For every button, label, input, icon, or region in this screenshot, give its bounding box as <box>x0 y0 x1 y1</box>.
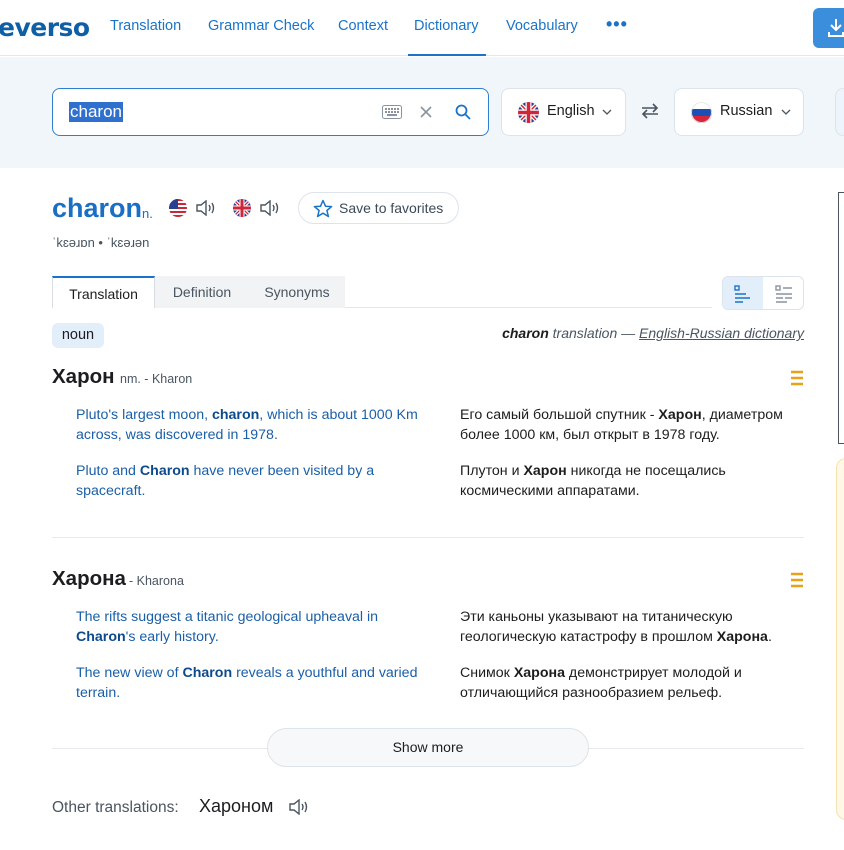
example-ru: Снимок Харона демонстрирует молодой и от… <box>460 663 810 703</box>
example-highlight: Charon <box>182 665 233 681</box>
example-ru: Плутон и Харон никогда не посещались кос… <box>460 461 810 501</box>
headword: charon <box>52 193 143 223</box>
star-icon <box>313 199 333 218</box>
source-language-select[interactable]: English <box>501 88 626 136</box>
dict-ref-word: charon <box>502 325 549 341</box>
speaker-us-icon[interactable] <box>195 200 217 216</box>
example-highlight: Харон <box>523 463 567 479</box>
side-panel <box>838 192 844 444</box>
compact-view-icon <box>775 285 792 303</box>
show-more-button[interactable]: Show more <box>267 728 589 767</box>
example-text: Эти каньоны указывают на титаническую ге… <box>460 609 733 645</box>
speaker-icon[interactable] <box>288 799 310 815</box>
tab-translation[interactable]: Translation <box>52 276 155 308</box>
top-nav: everso Translation Grammar Check Context… <box>0 0 844 56</box>
list-view-icon <box>734 285 750 303</box>
example-ru: Его самый большой спутник - Харон, диаме… <box>460 405 810 445</box>
view-mode-toggle <box>722 276 804 310</box>
example-text: Pluto and <box>76 463 140 479</box>
example-text: The new view of <box>76 665 183 681</box>
example-en: Pluto's largest moon, charon, which is a… <box>76 405 436 445</box>
example-text: The rifts suggest a titanic geological u… <box>76 609 379 625</box>
active-nav-underline <box>408 54 486 56</box>
search-icon[interactable] <box>455 104 471 120</box>
pronunciation-ipa: ˈkɛəɹɒn • ˈkɛəɹən <box>52 235 150 250</box>
source-language-label: English <box>547 103 595 119</box>
russia-flag-icon <box>691 102 712 123</box>
example-highlight: Харона <box>716 629 768 645</box>
dict-ref-link[interactable]: English-Russian dictionary <box>639 325 804 341</box>
target-language-select[interactable]: Russian <box>674 88 804 136</box>
example-text: Его самый большой спутник - <box>460 407 659 423</box>
example-highlight: Харона <box>513 665 565 681</box>
other-translations-label: Other translations: <box>52 799 179 816</box>
headword-pos: n. <box>142 206 153 221</box>
keyboard-icon[interactable] <box>382 105 402 119</box>
example-highlight: charon <box>211 407 260 423</box>
tab-synonyms[interactable]: Synonyms <box>249 276 345 308</box>
speaker-uk-icon[interactable] <box>259 200 281 216</box>
more-menu-icon[interactable]: ••• <box>606 14 628 35</box>
chevron-down-icon <box>602 109 612 115</box>
sense-word[interactable]: Харон <box>52 365 115 389</box>
orange-menu-icon[interactable] <box>790 370 804 386</box>
save-to-favorites-label: Save to favorites <box>339 200 444 216</box>
sense-word[interactable]: Харона <box>52 567 126 591</box>
tab-definition[interactable]: Definition <box>155 276 249 308</box>
uk-flag-icon <box>518 102 539 123</box>
example-en: The new view of Charon reveals a youthfu… <box>76 663 436 703</box>
search-input[interactable]: charon <box>52 88 489 136</box>
example-highlight: Харон <box>658 407 702 423</box>
side-promo-panel <box>836 458 844 820</box>
example-text: . <box>767 629 772 645</box>
example-text: Pluto's largest moon, <box>76 407 212 423</box>
nav-item-dictionary[interactable]: Dictionary <box>414 18 478 34</box>
search-input-value[interactable]: charon <box>69 102 123 122</box>
nav-item-context[interactable]: Context <box>338 18 388 34</box>
save-to-favorites-button[interactable]: Save to favorites <box>298 192 459 224</box>
example-highlight: Charon <box>139 463 190 479</box>
clear-icon[interactable] <box>419 105 433 119</box>
example-text: 's early history. <box>125 629 219 645</box>
pos-badge-noun: noun <box>52 323 104 348</box>
example-en: Pluto and Charon have never been visited… <box>76 461 436 501</box>
example-text: Снимок <box>460 665 514 681</box>
target-language-label: Russian <box>720 103 773 119</box>
orange-menu-icon[interactable] <box>790 572 804 588</box>
example-text: Плутон и <box>460 463 524 479</box>
example-highlight: Charon <box>76 629 126 645</box>
uk-flag-icon <box>233 199 251 217</box>
download-button[interactable] <box>813 8 844 48</box>
example-en: The rifts suggest a titanic geological u… <box>76 607 436 647</box>
swap-languages-icon[interactable] <box>640 103 660 119</box>
chevron-down-icon <box>781 109 791 115</box>
nav-item-vocabulary[interactable]: Vocabulary <box>506 18 578 34</box>
sense-meta: nm. - Kharon <box>120 372 193 386</box>
sense-meta: - Kharona <box>129 574 184 588</box>
nav-item-grammar-check[interactable]: Grammar Check <box>208 18 314 34</box>
nav-item-translation[interactable]: Translation <box>110 18 181 34</box>
logo[interactable]: everso <box>0 13 90 42</box>
example-ru: Эти каньоны указывают на титаническую ге… <box>460 607 810 647</box>
search-band: charon English Russian <box>0 57 844 168</box>
list-view-button[interactable] <box>723 277 763 309</box>
download-icon <box>828 19 844 37</box>
dictionary-reference: charon translation — English-Russian dic… <box>502 325 804 341</box>
us-flag-icon <box>169 199 187 217</box>
search-submit-edge[interactable] <box>835 88 844 136</box>
sense-divider <box>52 537 804 538</box>
other-translation-word[interactable]: Хароном <box>199 796 273 817</box>
dict-ref-middle: translation — <box>548 325 640 341</box>
